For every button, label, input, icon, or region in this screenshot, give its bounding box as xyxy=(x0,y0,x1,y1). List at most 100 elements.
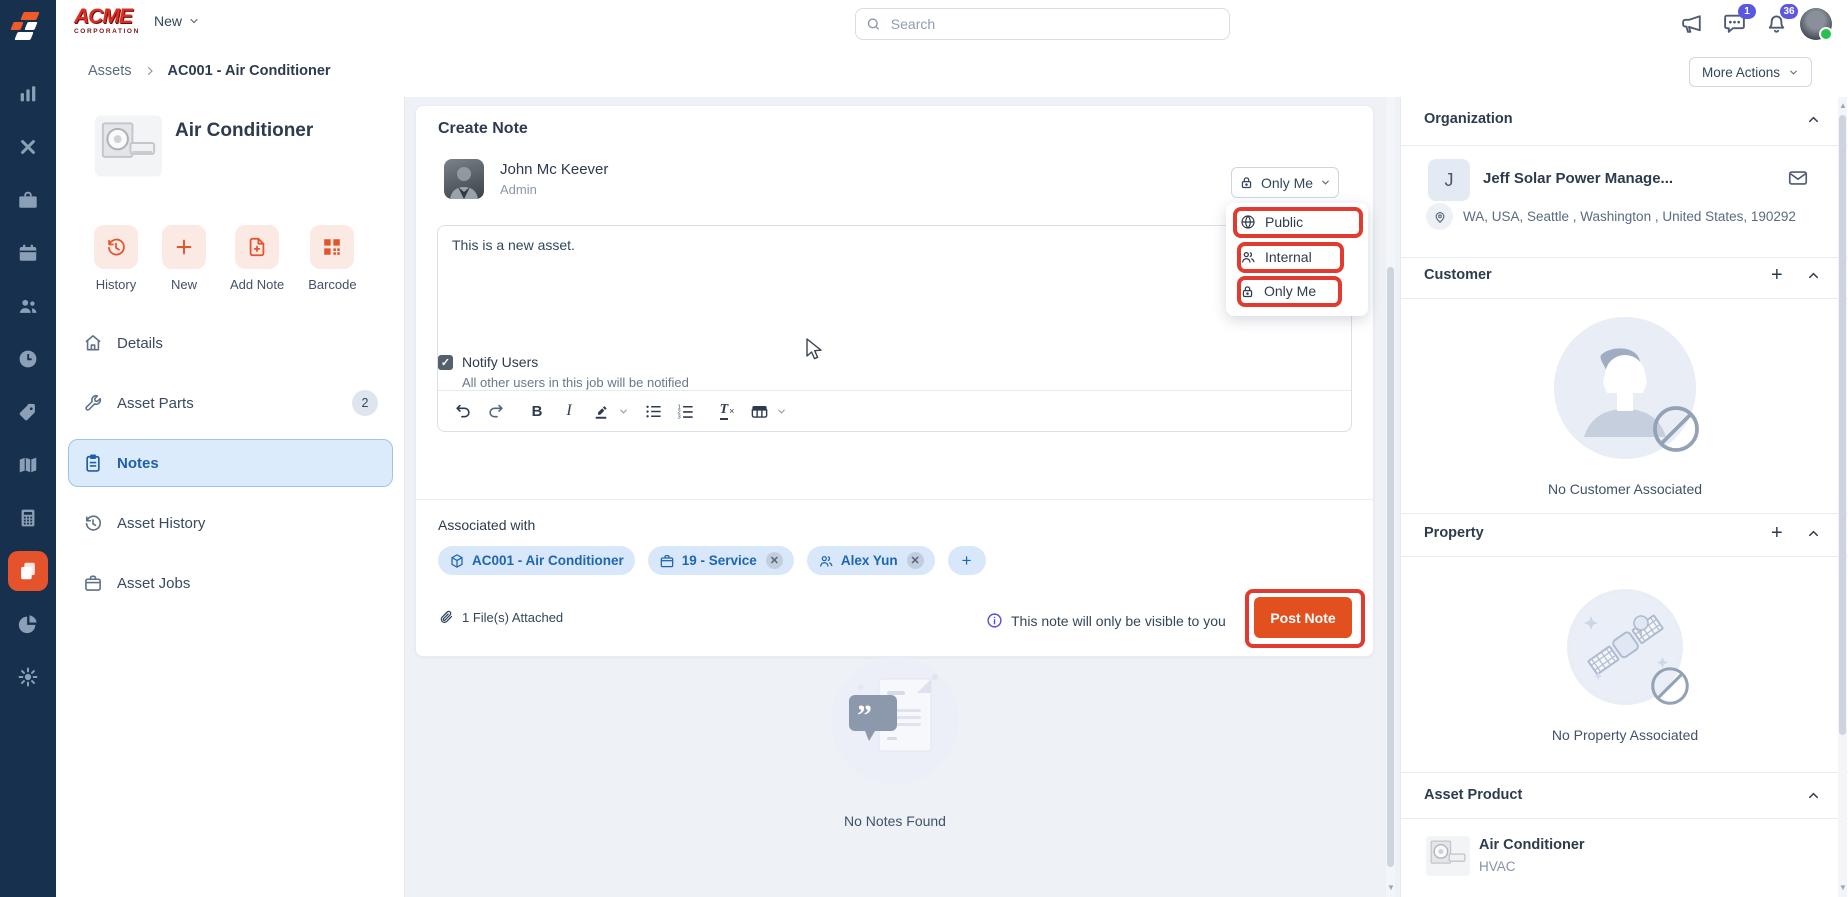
main-scrollbar[interactable]: ▼ xyxy=(1386,97,1395,897)
search-input[interactable] xyxy=(888,15,1219,33)
divider xyxy=(1401,818,1848,819)
home-icon xyxy=(83,333,103,353)
visibility-option-only-me[interactable]: Only Me xyxy=(1240,283,1316,299)
scroll-down-icon[interactable]: ▼ xyxy=(1839,883,1847,892)
asset-product-name[interactable]: Air Conditioner xyxy=(1479,837,1585,853)
add-property-button[interactable]: + xyxy=(1771,523,1783,543)
remove-chip-icon[interactable]: ✕ xyxy=(906,552,924,569)
author-role: Admin xyxy=(500,182,537,197)
history-button[interactable]: History xyxy=(94,225,138,292)
asset-parts-count-badge: 2 xyxy=(352,390,378,416)
announcements-icon[interactable] xyxy=(1680,11,1705,36)
note-editor[interactable]: This is a new asset. B I 123 T × xyxy=(437,225,1352,432)
page-scrollbar[interactable]: ▲ ▼ xyxy=(1838,97,1847,897)
search-icon xyxy=(867,18,879,30)
post-note-button[interactable]: Post Note xyxy=(1254,597,1352,638)
numbered-list-button[interactable]: 123 xyxy=(670,397,700,425)
breadcrumb-assets[interactable]: Assets xyxy=(88,63,132,79)
visibility-option-internal[interactable]: Internal xyxy=(1240,249,1312,265)
clear-formatting-button[interactable]: T × xyxy=(712,397,742,425)
new-menu-button[interactable]: New xyxy=(154,13,200,29)
map-icon[interactable] xyxy=(8,445,48,485)
highlight-button[interactable] xyxy=(586,397,616,425)
settings-icon[interactable] xyxy=(8,657,48,697)
bullet-list-button[interactable] xyxy=(638,397,668,425)
add-association-button[interactable]: + xyxy=(947,546,986,575)
notify-users-checkbox[interactable]: ✓ xyxy=(438,355,453,370)
notes-icon xyxy=(83,453,103,473)
pricebook-icon[interactable] xyxy=(8,392,48,432)
undo-button[interactable] xyxy=(448,397,478,425)
info-icon xyxy=(987,613,1002,628)
divider xyxy=(1401,556,1848,557)
barcode-button[interactable]: Barcode xyxy=(308,225,357,292)
user-avatar[interactable] xyxy=(1800,8,1833,41)
collapse-asset-product-icon[interactable] xyxy=(1806,788,1821,803)
add-note-icon xyxy=(235,225,280,269)
details-side-panel: Organization J Jeff Solar Power Manage..… xyxy=(1400,97,1848,897)
teams-icon[interactable] xyxy=(8,286,48,326)
menu-item-notes[interactable]: Notes xyxy=(68,439,393,487)
jobs-icon[interactable] xyxy=(8,180,48,220)
scroll-up-icon[interactable]: ▲ xyxy=(1839,101,1847,110)
app-root: ACME CORPORATION New 1 36 Assets xyxy=(0,0,1848,897)
new-button[interactable]: New xyxy=(162,225,206,292)
author-name: John Mc Keever xyxy=(500,161,609,178)
menu-item-details[interactable]: Details xyxy=(68,319,393,367)
timesheet-icon[interactable] xyxy=(8,339,48,379)
chip-user[interactable]: Alex Yun ✕ xyxy=(806,546,935,575)
chevron-down-icon xyxy=(1790,70,1797,75)
users-icon xyxy=(819,555,833,567)
visibility-dropdown-button[interactable]: Only Me xyxy=(1231,167,1339,198)
notify-users-row: ✓ Notify Users All other users in this j… xyxy=(438,354,689,390)
property-header: Property xyxy=(1424,525,1484,541)
note-text[interactable]: This is a new asset. xyxy=(452,237,1337,253)
visibility-option-public[interactable]: Public xyxy=(1240,214,1303,230)
redo-button[interactable] xyxy=(480,397,510,425)
zuper-logo-icon[interactable] xyxy=(0,0,56,56)
collapse-customer-icon[interactable] xyxy=(1806,268,1821,283)
dashboard-icon[interactable] xyxy=(8,74,48,114)
notifications-icon[interactable]: 36 xyxy=(1764,4,1798,36)
chip-job[interactable]: 19 - Service ✕ xyxy=(647,546,794,575)
files-attached-row[interactable]: 1 File(s) Attached xyxy=(438,609,563,625)
invoice-icon[interactable] xyxy=(8,498,48,538)
table-button[interactable] xyxy=(744,397,774,425)
visibility-dropdown-menu: Public Internal Only Me xyxy=(1226,203,1368,316)
divider xyxy=(1401,145,1848,146)
organization-avatar: J xyxy=(1428,159,1470,201)
reports-icon[interactable] xyxy=(8,604,48,644)
add-note-button[interactable]: Add Note xyxy=(230,225,284,292)
global-search[interactable] xyxy=(855,8,1230,40)
table-chevron-icon[interactable] xyxy=(776,397,790,425)
italic-button[interactable]: I xyxy=(554,397,584,425)
highlight-chevron-icon[interactable] xyxy=(618,397,632,425)
menu-item-asset-jobs[interactable]: Asset Jobs xyxy=(68,559,393,607)
notifications-badge: 36 xyxy=(1780,4,1798,19)
organization-name[interactable]: Jeff Solar Power Manage... xyxy=(1483,170,1773,187)
asset-title: Air Conditioner xyxy=(175,120,314,141)
more-actions-button[interactable]: More Actions xyxy=(1688,57,1812,87)
tools-icon[interactable] xyxy=(8,127,48,167)
remove-chip-icon[interactable]: ✕ xyxy=(765,552,783,569)
svg-text:3: 3 xyxy=(677,414,680,420)
asset-product-category: HVAC xyxy=(1479,859,1516,874)
add-customer-button[interactable]: + xyxy=(1771,265,1783,285)
chip-asset[interactable]: AC001 - Air Conditioner xyxy=(438,546,635,575)
collapse-organization-icon[interactable] xyxy=(1806,112,1821,127)
history-icon xyxy=(94,225,138,269)
schedule-icon[interactable] xyxy=(8,233,48,273)
email-icon[interactable] xyxy=(1787,167,1809,189)
menu-item-asset-parts[interactable]: Asset Parts 2 xyxy=(68,379,393,427)
bold-button[interactable]: B xyxy=(522,397,552,425)
clock-history-icon xyxy=(83,513,103,533)
organization-address: WA, USA, Seattle , Washington , United S… xyxy=(1463,209,1796,224)
chat-icon[interactable]: 1 xyxy=(1722,4,1756,36)
collapse-property-icon[interactable] xyxy=(1806,526,1821,541)
menu-item-asset-history[interactable]: Asset History xyxy=(68,499,393,547)
svg-text:”: ” xyxy=(857,699,872,732)
no-notes-text: No Notes Found xyxy=(844,813,946,829)
no-customer-text: No Customer Associated xyxy=(1547,481,1703,497)
assets-icon[interactable] xyxy=(8,551,48,591)
scroll-down-icon[interactable]: ▼ xyxy=(1387,883,1395,892)
